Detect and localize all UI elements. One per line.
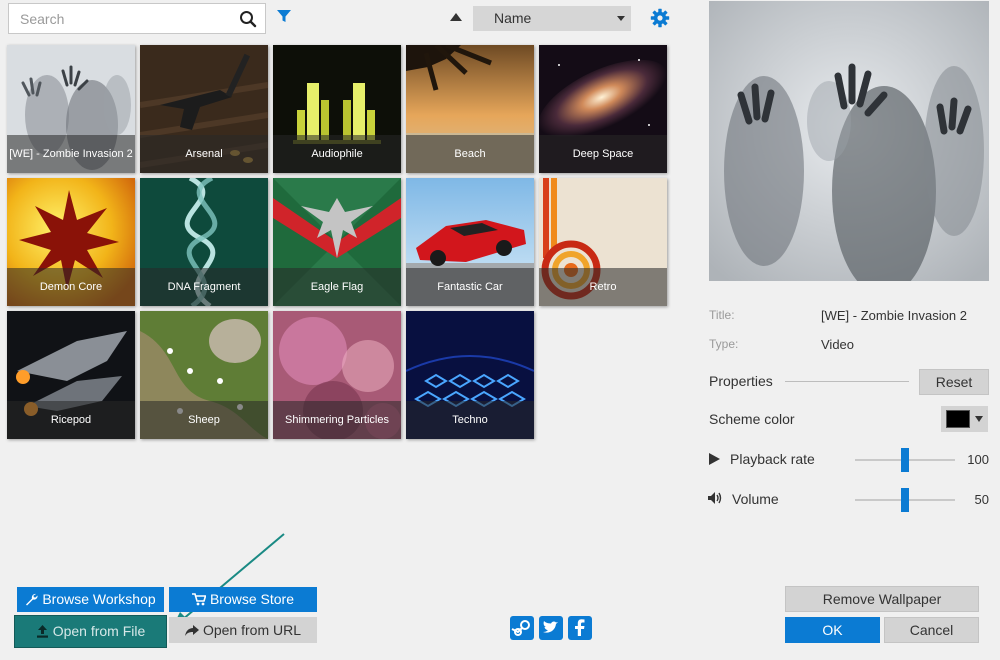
wallpaper-tile[interactable]: Eagle Flag xyxy=(273,178,401,306)
share-icon xyxy=(184,625,199,636)
volume-slider[interactable] xyxy=(855,488,955,512)
wrench-icon xyxy=(26,593,38,606)
title-value: [WE] - Zombie Invasion 2 xyxy=(821,308,967,323)
wallpaper-tile[interactable]: Audiophile xyxy=(273,45,401,173)
wallpaper-title: Techno xyxy=(406,401,534,439)
speaker-icon xyxy=(708,492,722,504)
annotation-arrow xyxy=(172,533,285,628)
search-box[interactable] xyxy=(8,3,266,34)
wallpaper-title: [WE] - Zombie Invasion 2 xyxy=(7,135,135,173)
browse-workshop-label: Browse Workshop xyxy=(42,591,156,607)
wallpaper-tile[interactable]: Arsenal xyxy=(140,45,268,173)
scheme-color-label: Scheme color xyxy=(709,411,795,427)
reset-button[interactable]: Reset xyxy=(919,369,989,395)
browse-workshop-button[interactable]: Browse Workshop xyxy=(17,587,164,612)
playback-rate-label: Playback rate xyxy=(730,451,815,467)
volume-value: 50 xyxy=(974,492,989,507)
wallpaper-preview xyxy=(709,1,989,281)
ok-button[interactable]: OK xyxy=(785,617,880,643)
type-value: Video xyxy=(821,337,855,352)
wallpaper-title: Audiophile xyxy=(273,135,401,173)
volume-label: Volume xyxy=(732,491,779,507)
wallpaper-title: Fantastic Car xyxy=(406,268,534,306)
wallpaper-title: Deep Space xyxy=(539,135,667,173)
wallpaper-tile[interactable]: DNA Fragment xyxy=(140,178,268,306)
steam-icon[interactable] xyxy=(510,616,534,640)
wallpaper-tile[interactable]: Demon Core xyxy=(7,178,135,306)
wallpaper-title: Demon Core xyxy=(7,268,135,306)
wallpaper-tile[interactable]: Ricepod xyxy=(7,311,135,439)
chevron-down-icon xyxy=(975,416,983,422)
play-icon xyxy=(709,453,720,465)
remove-wallpaper-button[interactable]: Remove Wallpaper xyxy=(785,586,979,612)
wallpaper-tile[interactable]: Deep Space xyxy=(539,45,667,173)
wallpaper-title: Retro xyxy=(539,268,667,306)
type-label: Type: xyxy=(709,337,739,351)
wallpaper-tile[interactable]: Retro xyxy=(539,178,667,306)
open-from-file-button[interactable]: Open from File xyxy=(14,615,167,648)
gear-icon[interactable] xyxy=(650,8,670,28)
wallpaper-title: Sheep xyxy=(140,401,268,439)
wallpaper-title: Ricepod xyxy=(7,401,135,439)
properties-divider xyxy=(785,381,909,382)
title-label: Title: xyxy=(709,308,735,322)
slider-thumb[interactable] xyxy=(901,448,909,472)
upload-icon xyxy=(36,625,48,638)
facebook-icon[interactable] xyxy=(568,616,592,640)
open-from-file-label: Open from File xyxy=(52,623,146,639)
wallpaper-tile[interactable]: Sheep xyxy=(140,311,268,439)
browse-store-button[interactable]: Browse Store xyxy=(169,587,317,612)
open-from-url-button[interactable]: Open from URL xyxy=(169,617,317,643)
chevron-down-icon xyxy=(617,16,625,21)
cancel-button[interactable]: Cancel xyxy=(884,617,979,643)
wallpaper-tile[interactable]: [WE] - Zombie Invasion 2 xyxy=(7,45,135,173)
twitter-icon[interactable] xyxy=(539,616,563,640)
wallpaper-tile[interactable]: Beach xyxy=(406,45,534,173)
playback-rate-value: 100 xyxy=(967,452,989,467)
slider-thumb[interactable] xyxy=(901,488,909,512)
wallpaper-tile[interactable]: Techno xyxy=(406,311,534,439)
wallpaper-title: Arsenal xyxy=(140,135,268,173)
properties-heading: Properties xyxy=(709,373,773,389)
browse-store-label: Browse Store xyxy=(209,591,295,607)
wallpaper-tile[interactable]: Fantastic Car xyxy=(406,178,534,306)
wallpaper-title: Eagle Flag xyxy=(273,268,401,306)
sort-select[interactable]: Name xyxy=(473,6,631,31)
playback-rate-slider[interactable] xyxy=(855,448,955,472)
open-from-url-label: Open from URL xyxy=(202,622,302,638)
wallpaper-title: Beach xyxy=(406,135,534,173)
wallpaper-title: DNA Fragment xyxy=(140,268,268,306)
sort-select-value: Name xyxy=(494,10,532,26)
search-icon[interactable] xyxy=(239,10,257,28)
wallpaper-tile[interactable]: Shimmering Particles xyxy=(273,311,401,439)
scheme-color-picker[interactable] xyxy=(941,406,988,432)
wallpaper-title: Shimmering Particles xyxy=(273,401,401,439)
filter-icon[interactable] xyxy=(276,8,292,24)
search-input[interactable] xyxy=(9,4,239,33)
sort-ascending-icon[interactable] xyxy=(449,12,463,22)
cart-icon xyxy=(191,593,207,606)
color-swatch xyxy=(946,410,970,428)
